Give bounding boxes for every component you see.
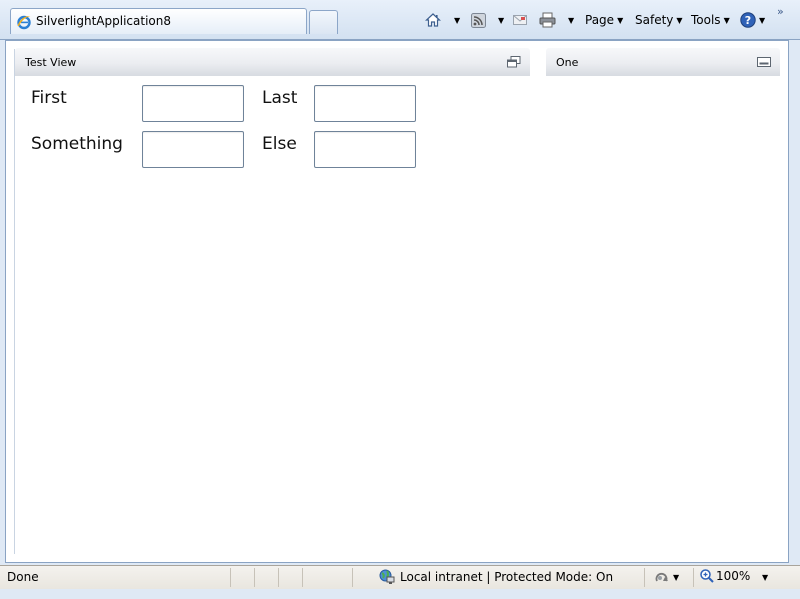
last-input[interactable]	[314, 85, 416, 122]
mail-icon	[513, 15, 527, 25]
panel-title: Test View	[25, 56, 77, 69]
tab-title: SilverlightApplication8	[36, 14, 171, 28]
print-dropdown[interactable]: ▼	[565, 11, 574, 29]
print-button[interactable]	[539, 11, 556, 29]
status-text: Done	[7, 570, 39, 584]
chevron-down-icon: ▼	[759, 15, 766, 25]
last-label: Last	[262, 88, 298, 108]
page-menu[interactable]: Page ▼	[585, 11, 623, 29]
help-icon: ?	[740, 12, 756, 28]
feeds-dropdown[interactable]: ▼	[495, 11, 504, 29]
intranet-globe-icon	[379, 569, 395, 584]
chevron-down-icon: ▼	[454, 15, 461, 25]
new-tab-button[interactable]	[309, 10, 338, 34]
page-content: Test View One First Last Something Else	[5, 40, 789, 563]
something-input[interactable]	[142, 131, 244, 168]
chevron-down-icon: ▼	[676, 15, 683, 25]
security-zone[interactable]: Local intranet | Protected Mode: On	[379, 569, 613, 585]
restore-icon[interactable]	[507, 56, 521, 68]
chevron-down-icon: ▼	[617, 15, 624, 25]
zoom-dropdown[interactable]: ▼	[759, 568, 768, 586]
printer-icon	[539, 12, 556, 28]
chevron-down-icon: ▼	[762, 572, 769, 582]
first-input[interactable]	[142, 85, 244, 122]
something-label: Something	[31, 134, 123, 154]
chevron-down-icon: ▼	[498, 15, 505, 25]
svg-text:?: ?	[745, 14, 751, 27]
status-divider	[302, 568, 303, 587]
status-divider	[230, 568, 231, 587]
panel-title: One	[556, 56, 579, 69]
ie-logo-icon	[17, 15, 31, 30]
minimize-icon[interactable]	[757, 56, 771, 68]
status-divider	[278, 568, 279, 587]
home-button[interactable]	[425, 11, 441, 29]
zoom-control[interactable]: 100%	[700, 569, 750, 583]
tools-menu[interactable]: Tools ▼	[691, 11, 730, 29]
chevron-down-icon: ▼	[723, 15, 730, 25]
mail-button[interactable]	[513, 11, 527, 29]
status-divider	[254, 568, 255, 587]
status-divider	[352, 568, 353, 587]
status-bar: Done Local intranet | Protected Mode: On…	[0, 565, 800, 589]
first-label: First	[31, 88, 67, 108]
protected-mode-icon	[655, 573, 668, 582]
chevron-down-icon: ▼	[673, 572, 680, 582]
window-bottom-edge	[0, 589, 800, 599]
popup-blocker-button[interactable]: ▼	[654, 568, 679, 586]
tab-silverlight-app[interactable]: SilverlightApplication8	[10, 8, 307, 34]
zoom-level: 100%	[716, 569, 751, 583]
status-divider	[644, 568, 645, 587]
safety-menu[interactable]: Safety ▼	[635, 11, 683, 29]
safety-menu-label: Safety	[635, 13, 674, 27]
zone-text: Local intranet | Protected Mode: On	[400, 570, 614, 584]
toolbar-overflow-chevron[interactable]: »	[777, 5, 784, 18]
tools-menu-label: Tools	[691, 13, 721, 27]
panel-header-one: One	[546, 48, 780, 76]
left-divider	[14, 49, 15, 554]
else-input[interactable]	[314, 131, 416, 168]
browser-toolbar: SilverlightApplication8 ▼ ▼ ▼ Page ▼ Saf…	[0, 0, 800, 40]
page-menu-label: Page	[585, 13, 615, 27]
feeds-button[interactable]	[471, 11, 486, 29]
zoom-icon	[700, 569, 714, 583]
status-divider	[693, 568, 694, 587]
help-menu[interactable]: ? ▼	[740, 11, 765, 29]
home-icon	[425, 13, 441, 27]
else-label: Else	[262, 134, 297, 154]
rss-feed-icon	[471, 12, 486, 28]
panel-header-test-view: Test View	[15, 48, 530, 76]
chevron-down-icon: ▼	[568, 15, 575, 25]
home-dropdown[interactable]: ▼	[451, 11, 460, 29]
